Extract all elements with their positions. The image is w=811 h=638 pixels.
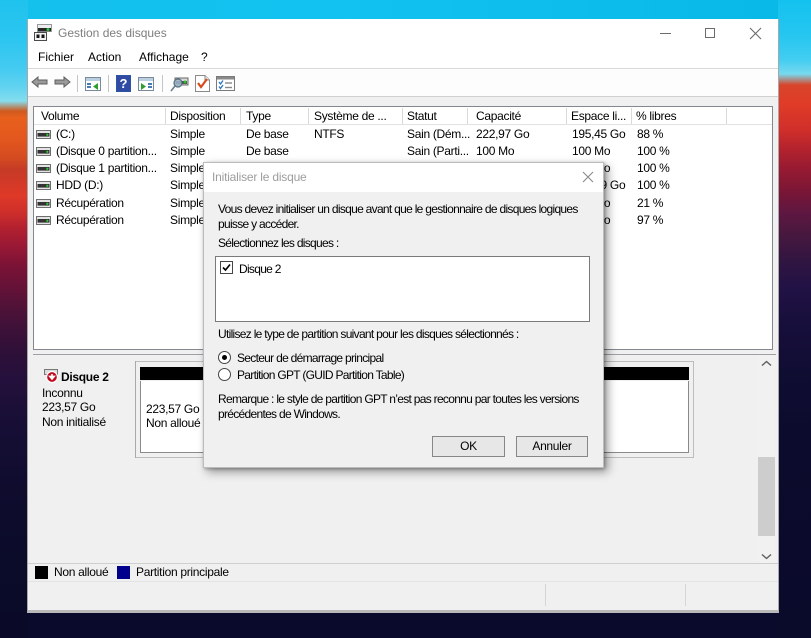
- svg-text:?: ?: [120, 76, 128, 91]
